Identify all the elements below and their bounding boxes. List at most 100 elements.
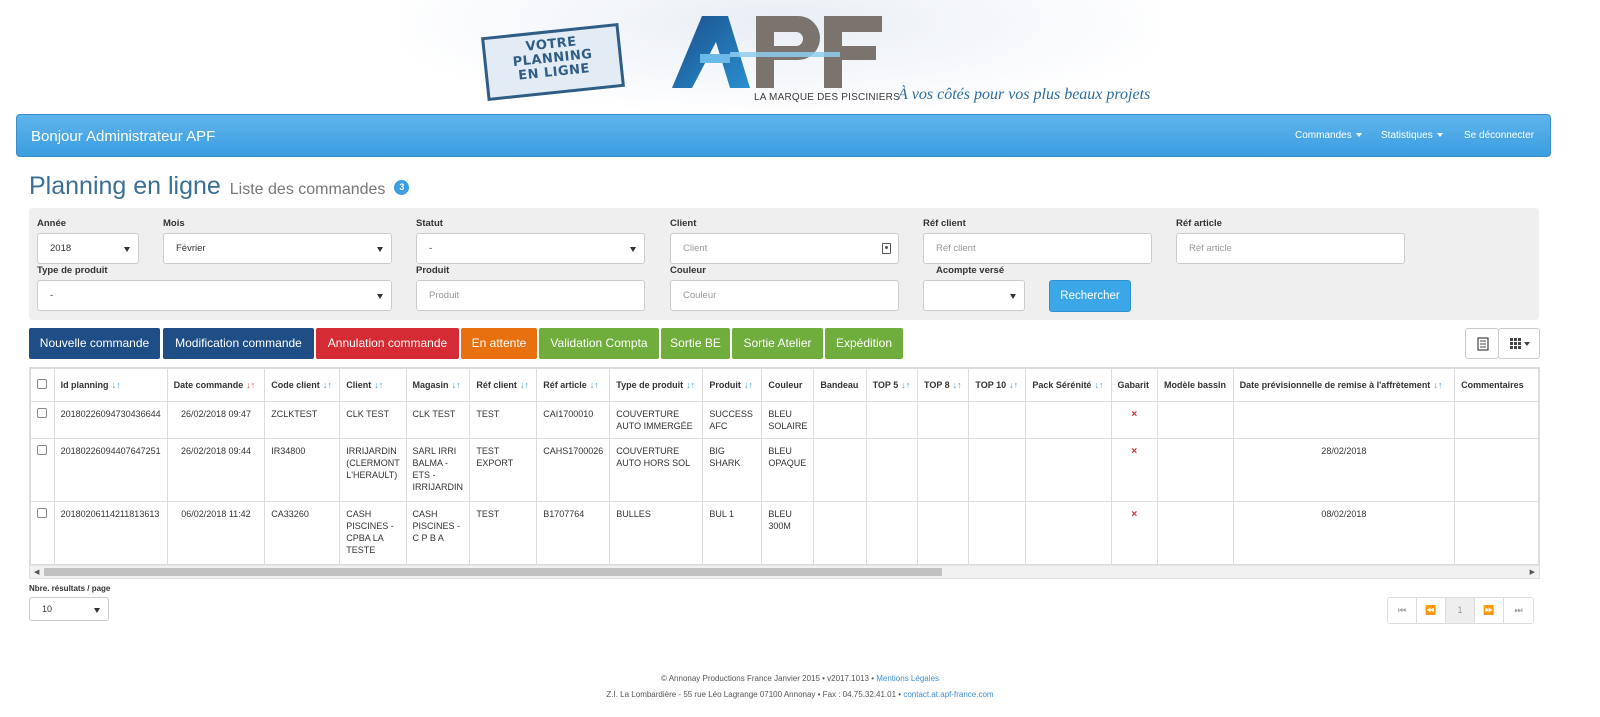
nav-logout[interactable]: Se déconnecter [1464, 130, 1534, 141]
cell-client: IRRIJARDIN (CLERMONT L'HERAULT) [339, 438, 407, 502]
ref-client-input[interactable] [936, 235, 1126, 262]
nav-commandes-label: Commandes [1295, 130, 1352, 141]
ref-client-field[interactable] [923, 233, 1152, 264]
horizontal-scrollbar[interactable]: ◀ ▶ [30, 565, 1539, 578]
col-code-client[interactable]: Code client ↓↑ [264, 368, 341, 402]
navbar-brand[interactable]: Bonjour Administrateur APF [31, 128, 215, 145]
sort-icon: ↓↑ [952, 380, 962, 390]
scroll-left-icon[interactable]: ◀ [34, 568, 39, 576]
statut-select[interactable]: - [416, 233, 645, 264]
cell-code-client: CA33260 [264, 501, 341, 565]
type-produit-select[interactable]: - [37, 280, 392, 311]
next-page-icon[interactable]: ⏩ [1475, 598, 1504, 623]
col-magasin[interactable]: Magasin ↓↑ [405, 368, 471, 402]
columns-toggle-button[interactable] [1498, 328, 1540, 359]
col-pack-serenite[interactable]: Pack Sérénité ↓↑ [1025, 368, 1112, 402]
previous-page-icon[interactable]: ⏪ [1417, 598, 1446, 623]
row-checkbox[interactable] [37, 408, 47, 418]
nav-commandes[interactable]: Commandes [1295, 130, 1362, 141]
sortie-atelier-button[interactable]: Sortie Atelier [732, 328, 823, 359]
first-page-icon[interactable]: ⏮ [1388, 598, 1417, 623]
cell-magasin: CLK TEST [405, 401, 471, 439]
col-date-previsionnelle[interactable]: Date prévisionnelle de remise à l'affrèt… [1232, 368, 1456, 402]
select-caret-icon [377, 247, 383, 252]
sortie-be-button[interactable]: Sortie BE [661, 328, 730, 359]
col-top8[interactable]: TOP 8 ↓↑ [916, 368, 970, 402]
table-row[interactable]: 20180206114211813613 06/02/2018 11:42 CA… [30, 501, 1539, 565]
cell-id-planning: 20180206114211813613 [53, 501, 168, 565]
col-ref-article[interactable]: Réf article ↓↑ [536, 368, 611, 402]
sort-icon: ↓↑ [246, 380, 256, 390]
nav-statistiques[interactable]: Statistiques [1381, 130, 1443, 141]
annulation-commande-button[interactable]: Annulation commande [316, 328, 459, 359]
cell-top8 [916, 401, 970, 439]
produit-field[interactable] [416, 280, 645, 311]
validation-compta-button[interactable]: Validation Compta [539, 328, 659, 359]
col-top10[interactable]: TOP 10 ↓↑ [968, 368, 1027, 402]
ref-article-field[interactable] [1176, 233, 1405, 264]
page-title-text: Planning en ligne [29, 172, 221, 200]
cell-commentaires [1454, 438, 1539, 502]
current-page[interactable]: 1 [1446, 598, 1475, 623]
client-input[interactable] [683, 235, 873, 262]
acompte-select[interactable] [923, 280, 1025, 311]
select-caret-icon [377, 294, 383, 299]
select-all-checkbox[interactable] [37, 379, 47, 389]
cell-date-previsionnelle: 28/02/2018 [1232, 438, 1456, 502]
en-attente-button[interactable]: En attente [461, 328, 537, 359]
row-checkbox[interactable] [37, 508, 47, 518]
modification-commande-button[interactable]: Modification commande [163, 328, 314, 359]
col-type-produit[interactable]: Type de produit ↓↑ [609, 368, 704, 402]
cell-top8 [916, 501, 970, 565]
table-row[interactable]: 20180226094407647251 26/02/2018 09:44 IR… [30, 438, 1539, 502]
cell-code-client: IR34800 [264, 438, 341, 502]
type-produit-label: Type de produit [37, 265, 108, 276]
cell-type-produit: BULLES [609, 501, 704, 565]
scrollbar-thumb[interactable] [44, 568, 942, 576]
cell-produit: BIG SHARK [702, 438, 763, 502]
search-button[interactable]: Rechercher [1049, 280, 1131, 312]
produit-input[interactable] [429, 282, 619, 309]
gabarit-x-icon: × [1131, 409, 1138, 420]
expedition-button[interactable]: Expédition [825, 328, 903, 359]
col-client[interactable]: Client ↓↑ [339, 368, 407, 402]
select-caret-icon [1010, 294, 1016, 299]
scroll-right-icon[interactable]: ▶ [1530, 568, 1535, 576]
mentions-legales-link[interactable]: Mentions Légales [876, 674, 939, 683]
table-row[interactable]: 20180226094730436644 26/02/2018 09:47 ZC… [30, 401, 1539, 439]
orders-table-container: Id planning ↓↑ Date commande ↓↑ Code clien… [29, 367, 1540, 579]
cell-couleur: BLEU SOLAIRE [761, 401, 815, 439]
cell-date-commande: 06/02/2018 11:42 [166, 501, 266, 565]
cell-bandeau [813, 438, 867, 502]
couleur-field[interactable] [670, 280, 899, 311]
export-list-button[interactable] [1465, 328, 1499, 359]
sort-icon: ↓↑ [374, 380, 384, 390]
grid-icon [1510, 338, 1530, 349]
client-field[interactable] [670, 233, 899, 264]
couleur-input[interactable] [683, 282, 873, 309]
col-date-commande[interactable]: Date commande ↓↑ [166, 368, 266, 402]
col-top5[interactable]: TOP 5 ↓↑ [865, 368, 918, 402]
col-id-planning[interactable]: Id planning ↓↑ [53, 368, 168, 402]
nouvelle-commande-button[interactable]: Nouvelle commande [29, 328, 160, 359]
last-page-icon[interactable]: ⏭ [1504, 598, 1533, 623]
per-page-select[interactable]: 10 [29, 597, 109, 621]
sort-icon: ↓↑ [1433, 380, 1443, 390]
col-commentaires: Commentaires [1454, 368, 1539, 402]
apf-logo [672, 16, 882, 88]
cell-couleur: BLEU 300M [761, 501, 815, 565]
row-checkbox[interactable] [37, 445, 47, 455]
contact-email-link[interactable]: contact.at.apf-france.com [903, 690, 993, 699]
nav-statistiques-label: Statistiques [1381, 130, 1433, 141]
col-ref-client[interactable]: Réf client ↓↑ [469, 368, 538, 402]
sort-icon: ↓↑ [451, 380, 461, 390]
sort-icon: ↓↑ [1009, 380, 1019, 390]
cell-id-planning: 20180226094407647251 [53, 438, 168, 502]
gabarit-x-icon: × [1131, 509, 1138, 520]
sort-icon: ↓↑ [519, 380, 529, 390]
ref-article-input[interactable] [1189, 235, 1379, 262]
mois-select[interactable]: Février [163, 233, 392, 264]
cell-top10 [968, 501, 1027, 565]
col-produit[interactable]: Produit ↓↑ [702, 368, 763, 402]
annee-select[interactable]: 2018 [37, 233, 139, 264]
